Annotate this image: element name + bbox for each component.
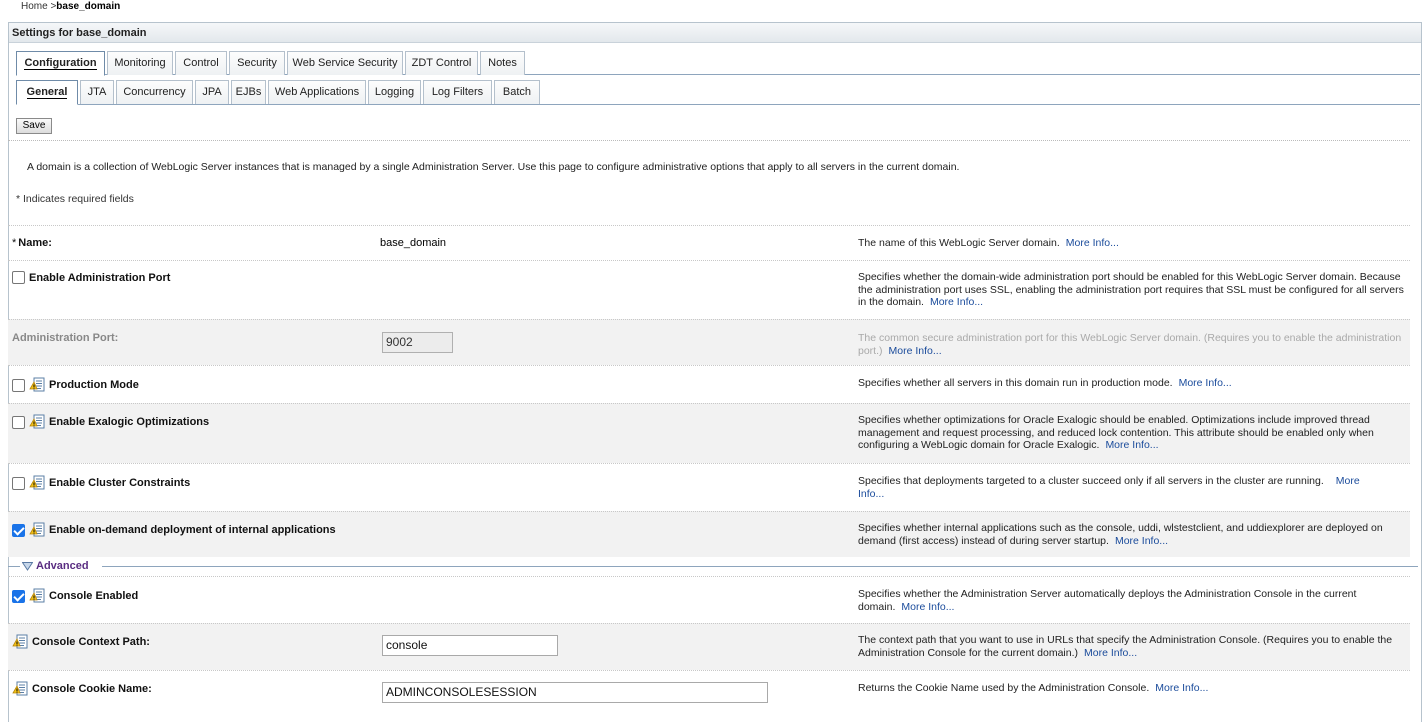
console-enabled-desc: Specifies whether the Administration Ser… <box>858 588 1357 613</box>
breadcrumb: Home >base_domain <box>21 1 120 12</box>
console-context-path-desc: The context path that you want to use in… <box>858 634 1393 659</box>
row-production-mode: Production Mode Specifies whether all se… <box>8 365 1410 403</box>
tab-zdt-control[interactable]: ZDT Control <box>405 51 478 75</box>
tab-logging[interactable]: Logging <box>368 80 421 104</box>
tab-configuration[interactable]: Configuration <box>16 51 105 76</box>
row-enable-admin-port: Enable Administration Port Specifies whe… <box>8 260 1410 319</box>
name-desc: The name of this WebLogic Server domain.… <box>858 237 1119 249</box>
tab-ejbs[interactable]: EJBs <box>231 80 266 104</box>
dynamic-change-icon <box>29 475 45 491</box>
advanced-toggle[interactable]: Advanced <box>22 560 89 572</box>
row-exalogic: Enable Exalogic Optimizations Specifies … <box>8 403 1410 463</box>
dynamic-change-icon <box>29 414 45 430</box>
admin-port-input[interactable]: 9002 <box>382 332 453 353</box>
intro-text: A domain is a collection of WebLogic Ser… <box>27 161 960 173</box>
more-info-link[interactable]: More Info... <box>930 296 983 308</box>
console-context-path-label: Console Context Path: <box>12 634 150 650</box>
tab-monitoring[interactable]: Monitoring <box>107 51 173 75</box>
console-enabled-label: Console Enabled <box>12 588 138 604</box>
required-note: * Indicates required fields <box>16 193 134 205</box>
more-info-link[interactable]: More Info... <box>1115 535 1168 547</box>
on-demand-checkbox[interactable] <box>12 523 25 537</box>
tab-general[interactable]: General <box>16 80 78 105</box>
console-cookie-name-desc: Returns the Cookie Name used by the Admi… <box>858 682 1209 694</box>
tab-notes[interactable]: Notes <box>480 51 525 75</box>
row-on-demand: Enable on-demand deployment of internal … <box>8 511 1410 557</box>
dynamic-change-icon <box>12 681 28 697</box>
production-mode-checkbox[interactable] <box>12 378 25 392</box>
more-info-link[interactable]: More Info... <box>1179 377 1232 389</box>
exalogic-label: Enable Exalogic Optimizations <box>12 414 209 430</box>
console-cookie-name-input[interactable]: ADMINCONSOLESESSION <box>382 682 768 703</box>
dynamic-change-icon <box>29 588 45 604</box>
enable-admin-port-checkbox[interactable] <box>12 271 25 284</box>
console-cookie-name-label: Console Cookie Name: <box>12 681 152 697</box>
cluster-constraints-checkbox[interactable] <box>12 476 25 490</box>
advanced-section-header: Advanced <box>8 560 1418 574</box>
more-info-link[interactable]: More Info... <box>1105 439 1158 451</box>
on-demand-desc: Specifies whether internal applications … <box>858 522 1383 547</box>
tab-concurrency[interactable]: Concurrency <box>116 80 193 104</box>
tab-security[interactable]: Security <box>229 51 285 75</box>
tab-web-service-security[interactable]: Web Service Security <box>287 51 403 75</box>
cluster-constraints-label: Enable Cluster Constraints <box>12 475 190 491</box>
tab-log-filters[interactable]: Log Filters <box>423 80 492 104</box>
row-console-enabled: Console Enabled Specifies whether the Ad… <box>8 576 1410 623</box>
on-demand-label: Enable on-demand deployment of internal … <box>12 522 336 538</box>
row-console-context-path: Console Context Path: console The contex… <box>8 623 1410 670</box>
production-mode-label: Production Mode <box>12 377 139 393</box>
name-label: * Name: <box>12 237 52 249</box>
dynamic-change-icon <box>29 377 45 393</box>
tab-jta[interactable]: JTA <box>80 80 114 104</box>
console-context-path-input[interactable]: console <box>382 635 558 656</box>
dynamic-change-icon <box>29 522 45 538</box>
primary-tabs: Configuration Monitoring Control Securit… <box>16 51 1420 76</box>
enable-admin-port-label: Enable Administration Port <box>12 271 170 284</box>
tab-batch[interactable]: Batch <box>494 80 540 104</box>
breadcrumb-current: base_domain <box>56 1 121 12</box>
collapse-triangle-icon <box>22 561 33 571</box>
row-name: * Name: base_domain The name of this WebL… <box>8 225 1410 260</box>
production-mode-desc: Specifies whether all servers in this do… <box>858 377 1232 389</box>
more-info-link-cont[interactable]: Info... <box>858 488 884 500</box>
tab-web-applications[interactable]: Web Applications <box>268 80 366 104</box>
more-info-link[interactable]: More Info... <box>1084 647 1137 659</box>
admin-port-label: Administration Port: <box>12 332 119 344</box>
cluster-constraints-desc: Specifies that deployments targeted to a… <box>858 475 1360 500</box>
row-cluster-constraints: Enable Cluster Constraints Specifies tha… <box>8 463 1410 511</box>
tab-control[interactable]: Control <box>175 51 227 75</box>
more-info-link[interactable]: More Info... <box>1066 237 1119 249</box>
more-info-link[interactable]: More Info... <box>889 345 942 357</box>
more-info-link[interactable]: More Info... <box>901 601 954 613</box>
console-enabled-checkbox[interactable] <box>12 589 25 603</box>
more-info-link[interactable]: More Info... <box>1155 682 1208 694</box>
row-console-cookie-name: Console Cookie Name: ADMINCONSOLESESSION… <box>8 670 1410 713</box>
exalogic-checkbox[interactable] <box>12 415 25 429</box>
breadcrumb-home[interactable]: Home > <box>21 1 56 12</box>
row-admin-port: Administration Port: 9002 The common sec… <box>8 319 1410 365</box>
tab-jpa[interactable]: JPA <box>195 80 229 104</box>
name-value: base_domain <box>380 237 447 249</box>
admin-port-desc: The common secure administration port fo… <box>858 332 1402 357</box>
dynamic-change-icon <box>12 634 28 650</box>
divider <box>8 140 1410 141</box>
more-info-link[interactable]: More <box>1336 475 1360 487</box>
exalogic-desc: Specifies whether optimizations for Orac… <box>858 414 1374 451</box>
save-button[interactable]: Save <box>16 118 52 134</box>
secondary-tabs: General JTA Concurrency JPA EJBs Web App… <box>16 80 1420 105</box>
enable-admin-port-desc: Specifies whether the domain-wide admini… <box>858 271 1404 308</box>
page-title: Settings for base_domain <box>9 23 1421 43</box>
